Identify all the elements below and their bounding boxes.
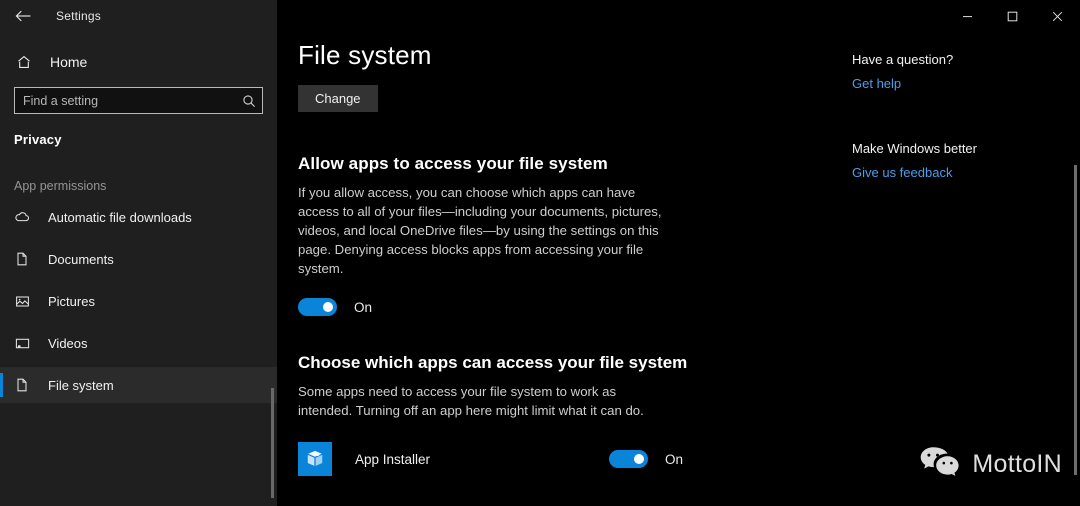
sidebar-group-label: App permissions [14, 179, 107, 193]
allow-apps-toggle-row: On [298, 298, 698, 316]
sidebar-item-videos[interactable]: Videos [0, 325, 277, 361]
give-us-feedback-link[interactable]: Give us feedback [852, 165, 1052, 180]
settings-content: File system Change Allow apps to access … [298, 40, 698, 476]
document-icon [14, 377, 36, 393]
search-input[interactable] [15, 93, 236, 108]
app-toggle-wrap: On [608, 450, 683, 468]
watermark-text: MottoIN [972, 450, 1062, 478]
selection-indicator [0, 331, 3, 355]
settings-window: Home Privacy App permissions Automati [0, 0, 1080, 506]
title-bar: Settings [0, 0, 1080, 32]
related-links-panel: Have a question? Get help Make Windows b… [852, 52, 1052, 180]
make-windows-better-block: Make Windows better Give us feedback [852, 141, 1052, 180]
allow-apps-heading: Allow apps to access your file system [298, 154, 608, 173]
app-installer-toggle[interactable] [608, 450, 648, 468]
have-a-question-heading: Have a question? [852, 52, 954, 67]
selection-indicator [0, 289, 3, 313]
allow-apps-toggle-state: On [354, 299, 373, 315]
sidebar-item-label: Pictures [48, 293, 95, 309]
title-bar-left: Settings [0, 0, 277, 32]
package-icon [298, 442, 332, 476]
sidebar-item-label: Documents [48, 251, 114, 267]
sidebar-item-label: Videos [48, 335, 88, 351]
change-button[interactable]: Change [298, 85, 378, 112]
sidebar-scrollbar-thumb[interactable] [271, 388, 274, 498]
sidebar-item-documents[interactable]: Documents [0, 241, 277, 277]
watermark: MottoIN [919, 445, 1062, 484]
maximize-button[interactable] [990, 0, 1035, 32]
wechat-bubbles-icon [919, 445, 961, 484]
selection-indicator [0, 205, 3, 229]
close-button[interactable] [1035, 0, 1080, 32]
sidebar-item-home[interactable]: Home [0, 47, 277, 77]
sidebar-item-home-label: Home [50, 54, 88, 70]
selection-indicator [0, 247, 3, 271]
choose-apps-heading: Choose which apps can access your file s… [298, 353, 688, 372]
search-box[interactable] [14, 87, 263, 114]
sidebar-item-file-system[interactable]: File system [0, 367, 277, 403]
selection-indicator [0, 373, 3, 397]
sidebar-section-title: Privacy [14, 132, 62, 147]
main-content: File system Change Allow apps to access … [277, 0, 1080, 506]
make-windows-better-heading: Make Windows better [852, 141, 977, 156]
minimize-button[interactable] [945, 0, 990, 32]
search-container [0, 77, 277, 114]
app-name: App Installer [355, 451, 431, 467]
back-arrow-icon[interactable] [0, 0, 46, 32]
sidebar: Home Privacy App permissions Automati [0, 0, 277, 506]
main-scrollbar-thumb[interactable] [1074, 165, 1077, 475]
sidebar-item-automatic-file-downloads[interactable]: Automatic file downloads [0, 199, 277, 235]
sidebar-item-label: File system [48, 377, 114, 393]
picture-icon [14, 293, 36, 310]
home-icon [16, 54, 38, 70]
cloud-icon [14, 209, 36, 226]
toggle-knob [323, 302, 333, 312]
app-installer-toggle-state: On [664, 451, 683, 467]
get-help-link[interactable]: Get help [852, 76, 1052, 91]
sidebar-item-pictures[interactable]: Pictures [0, 283, 277, 319]
allow-apps-description: If you allow access, you can choose whic… [298, 185, 662, 276]
document-icon [14, 251, 36, 267]
app-list-item: App Installer On [298, 442, 683, 476]
sidebar-item-label: Automatic file downloads [48, 209, 192, 225]
window-controls [277, 0, 1080, 32]
video-icon [14, 335, 36, 352]
page-title: File system [298, 40, 432, 70]
window-title: Settings [56, 9, 101, 23]
toggle-knob [633, 454, 644, 464]
allow-apps-toggle[interactable] [298, 298, 337, 316]
choose-apps-description: Some apps need to access your file syste… [298, 384, 644, 418]
search-icon[interactable] [236, 94, 262, 108]
